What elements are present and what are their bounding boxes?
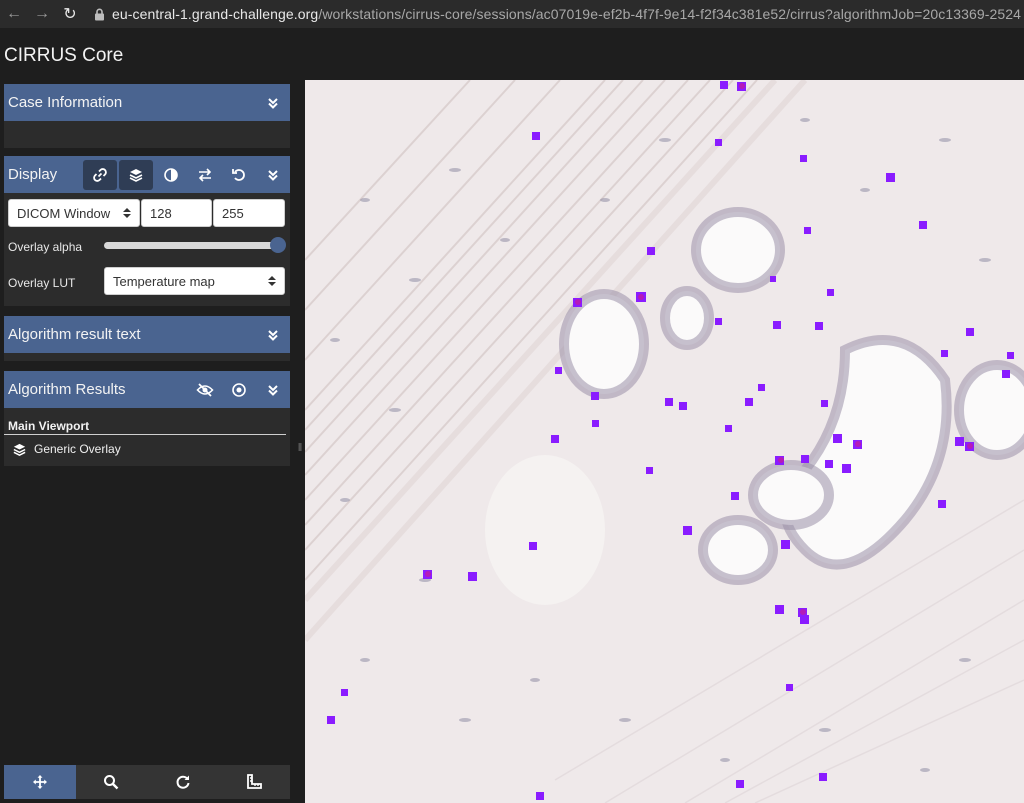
chevron-double-down-icon[interactable] (256, 316, 290, 353)
window-max-value: 255 (222, 205, 244, 221)
histology-image (305, 80, 1024, 803)
move-tool-button[interactable] (4, 765, 76, 799)
chevron-double-down-icon[interactable] (256, 84, 290, 121)
swap-icon[interactable] (188, 156, 222, 193)
rotate-icon (176, 775, 190, 789)
select-arrows-icon (268, 276, 276, 286)
case-information-header[interactable]: Case Information (4, 84, 290, 121)
url-field[interactable]: eu-central-1.grand-challenge.org/worksta… (112, 6, 1021, 22)
viewport-divider (4, 434, 286, 435)
overlay-lut-select[interactable]: Temperature map (104, 267, 285, 295)
overlay-alpha-label: Overlay alpha (8, 240, 83, 254)
algorithm-result-text-header[interactable]: Algorithm result text (4, 316, 290, 353)
lock-icon (90, 8, 108, 21)
algorithm-result-text-body (4, 353, 290, 361)
undo-icon[interactable] (222, 156, 256, 193)
target-icon[interactable] (222, 371, 256, 408)
url-path: /workstations/cirrus-core/sessions/ac070… (318, 6, 1022, 22)
ruler-icon (247, 774, 263, 789)
image-viewport[interactable] (305, 80, 1024, 803)
zoom-icon (104, 775, 119, 790)
zoom-tool-button[interactable] (76, 765, 148, 799)
algorithm-results-header[interactable]: Algorithm Results (4, 371, 290, 408)
algorithm-results-title: Algorithm Results (8, 381, 126, 398)
window-min-input[interactable]: 128 (141, 199, 212, 227)
viewport-title: Main Viewport (8, 419, 90, 433)
overlay-alpha-slider[interactable] (104, 242, 280, 249)
back-icon[interactable]: ← (0, 0, 28, 28)
chevron-double-down-icon[interactable] (256, 371, 290, 408)
reload-icon[interactable]: ↻ (56, 0, 84, 28)
select-arrows-icon (123, 208, 131, 218)
overlay-item-label: Generic Overlay (34, 442, 121, 456)
eye-slash-icon[interactable] (188, 371, 222, 408)
layers-icon (13, 443, 26, 456)
tool-toolbar (4, 765, 290, 799)
link-icon[interactable] (83, 159, 117, 190)
window-max-input[interactable]: 255 (213, 199, 285, 227)
chevron-double-down-icon[interactable] (256, 156, 290, 193)
case-information-title: Case Information (8, 94, 123, 111)
overlay-lut-value: Temperature map (113, 273, 215, 289)
splitter-grip-icon[interactable]: ‖ (297, 434, 303, 462)
url-domain: eu-central-1.grand-challenge.org (112, 6, 319, 22)
display-header[interactable]: Display (4, 156, 290, 193)
case-information-body (4, 121, 290, 148)
contrast-icon[interactable] (154, 156, 188, 193)
move-icon (32, 775, 47, 789)
overlay-alpha-slider-thumb[interactable] (270, 237, 286, 253)
window-min-value: 128 (150, 205, 172, 221)
algorithm-result-text-title: Algorithm result text (8, 326, 141, 343)
ruler-tool-button[interactable] (219, 765, 291, 799)
app-header (0, 28, 1024, 80)
display-title: Display (8, 166, 58, 183)
overlay-list-item[interactable]: Generic Overlay (12, 440, 121, 458)
forward-icon[interactable]: → (28, 0, 56, 28)
window-mode-value: DICOM Window (17, 205, 111, 221)
overlay-lut-label: Overlay LUT (8, 276, 76, 290)
rotate-tool-button[interactable] (147, 765, 219, 799)
browser-address-bar: ← → ↻ eu-central-1.grand-challenge.org/w… (0, 0, 1024, 28)
app-title: CIRRUS Core (4, 45, 124, 66)
window-mode-select[interactable]: DICOM Window (8, 199, 140, 227)
layers-icon[interactable] (119, 159, 153, 190)
